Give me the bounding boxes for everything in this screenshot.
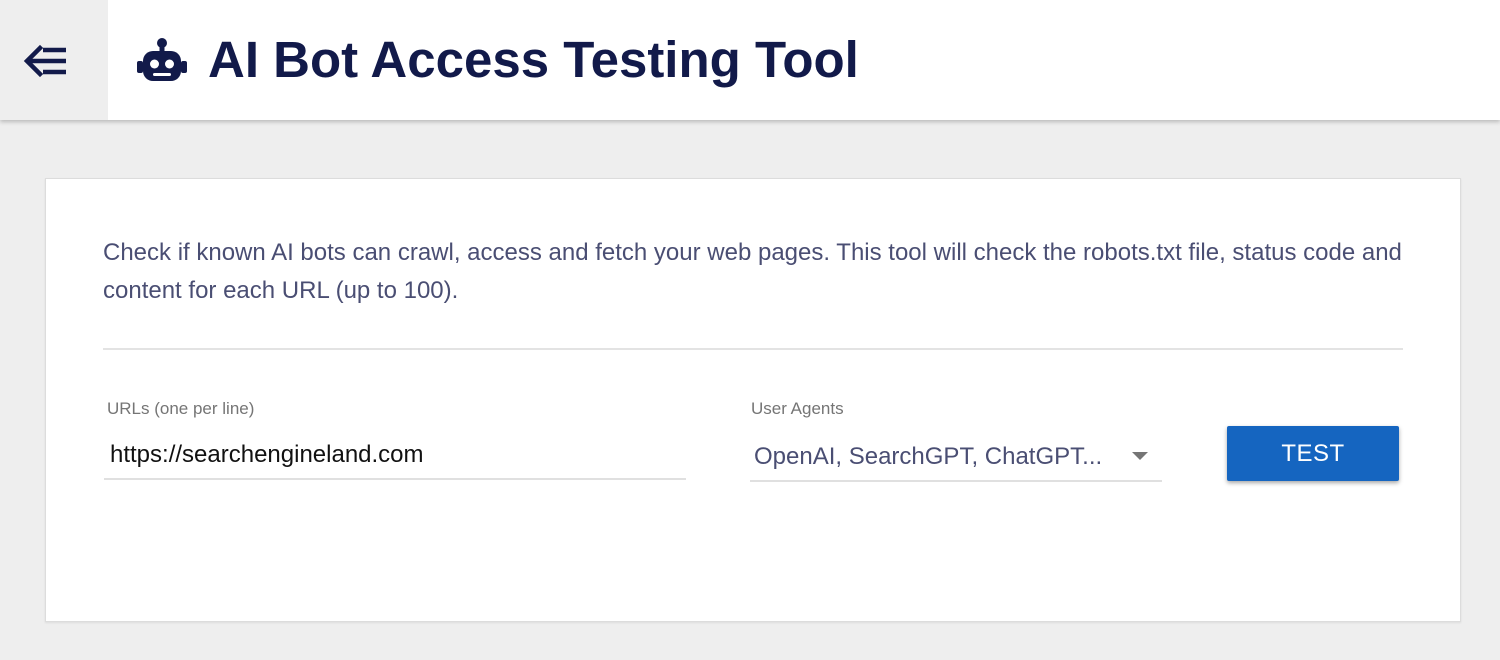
menu-collapse-icon <box>23 44 66 78</box>
section-divider <box>103 348 1403 350</box>
page-title: AI Bot Access Testing Tool <box>208 31 859 88</box>
robot-icon <box>137 38 187 81</box>
urls-input[interactable] <box>104 432 686 480</box>
app-header: AI Bot Access Testing Tool <box>0 0 1500 120</box>
user-agents-field-label: User Agents <box>751 399 844 418</box>
urls-field-label: URLs (one per line) <box>107 399 255 418</box>
tool-card: Check if known AI bots can crawl, access… <box>45 178 1461 622</box>
menu-toggle-button[interactable] <box>0 0 108 120</box>
user-agents-select[interactable]: OpenAI, SearchGPT, ChatGPT... <box>750 432 1162 482</box>
dropdown-arrow-icon <box>1132 452 1148 460</box>
tool-description: Check if known AI bots can crawl, access… <box>103 239 1402 304</box>
user-agents-selected-value: OpenAI, SearchGPT, ChatGPT... <box>754 443 1103 470</box>
test-button[interactable]: TEST <box>1227 426 1399 481</box>
